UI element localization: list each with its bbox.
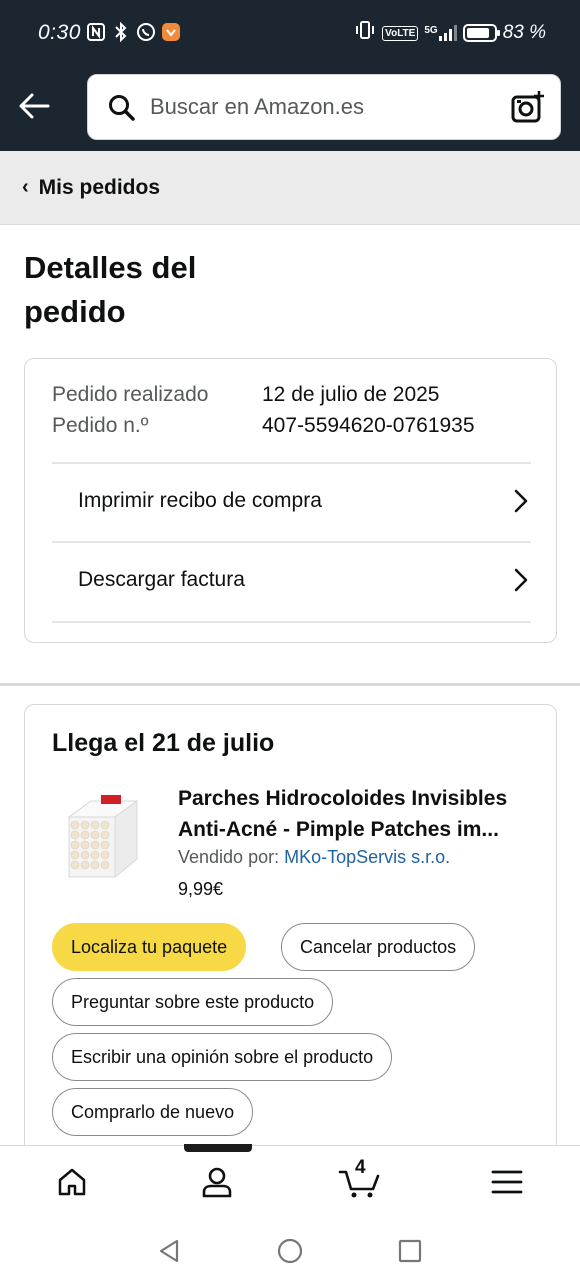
download-invoice-row[interactable]: Descargar factura xyxy=(52,541,531,619)
signal-icon: 5G xyxy=(424,25,457,41)
order-number-label: Pedido n.º xyxy=(52,414,149,437)
chevron-left-icon: ‹ xyxy=(22,176,29,198)
shipment-card: Llega el 21 de julio Parches Hidrocoloid… xyxy=(24,704,557,1164)
bottom-nav: 4 xyxy=(0,1145,580,1220)
delivery-date-heading: Llega el 21 de julio xyxy=(52,729,275,757)
nav-menu[interactable] xyxy=(477,1160,537,1204)
bluetooth-icon xyxy=(111,22,131,42)
divider xyxy=(52,621,531,623)
status-time: 0:30 xyxy=(38,21,81,44)
product-title-link[interactable]: Parches Hidrocoloides Invisibles Anti-Ac… xyxy=(178,783,538,845)
seller-link[interactable]: MKo-TopServis s.r.o. xyxy=(284,847,450,867)
square-recents-icon xyxy=(398,1239,422,1263)
product-thumbnail[interactable] xyxy=(61,787,143,879)
search-input[interactable] xyxy=(150,89,490,125)
breadcrumb-label: Mis pedidos xyxy=(38,175,161,199)
section-separator xyxy=(0,683,580,686)
battery-percent: 83 % xyxy=(502,22,546,43)
status-bar: 0:30 VoLTE 5G 83 % xyxy=(0,0,580,66)
home-icon xyxy=(58,1168,86,1196)
app-header xyxy=(0,66,580,151)
product-title-line-2: Anti-Acné - Pimple Patches im... xyxy=(178,818,499,841)
circle-home-icon xyxy=(277,1238,303,1264)
download-invoice-label: Descargar factura xyxy=(78,568,245,591)
search-icon xyxy=(109,95,135,121)
search-bar[interactable] xyxy=(87,74,561,140)
page-title: Detalles del pedido xyxy=(24,250,197,329)
write-review-button[interactable]: Escribir una opinión sobre el producto xyxy=(52,1033,393,1081)
print-receipt-row[interactable]: Imprimir recibo de compra xyxy=(52,462,531,540)
system-back-button[interactable] xyxy=(154,1236,184,1266)
system-indicators: VoLTE 5G 83 % xyxy=(354,20,546,46)
scroll-handle xyxy=(184,1144,252,1152)
notification-icons xyxy=(86,22,181,42)
ask-product-question-button[interactable]: Preguntar sobre este producto xyxy=(52,978,334,1026)
order-date-value: 12 de julio de 2025 xyxy=(262,383,440,406)
seller-info: Vendido por: MKo-TopServis s.r.o. xyxy=(178,847,450,868)
track-package-button[interactable]: Localiza tu paquete xyxy=(52,923,247,971)
breadcrumb[interactable]: ‹ Mis pedidos xyxy=(0,151,580,225)
battery-icon xyxy=(462,24,500,42)
system-navigation-bar xyxy=(0,1220,580,1280)
product-title-line-1: Parches Hidrocoloides Invisibles xyxy=(178,787,508,810)
seller-prefix: Vendido por: xyxy=(178,847,280,867)
order-number-value: 407-5594620-0761935 xyxy=(262,414,475,437)
back-arrow-icon xyxy=(19,93,50,119)
chevron-right-icon xyxy=(514,489,528,513)
nav-home[interactable] xyxy=(42,1160,102,1204)
account-icon xyxy=(202,1167,232,1198)
vibrate-icon xyxy=(354,20,376,46)
cancel-items-button[interactable]: Cancelar productos xyxy=(281,923,476,971)
print-receipt-label: Imprimir recibo de compra xyxy=(78,489,322,512)
system-home-button[interactable] xyxy=(275,1236,305,1266)
cart-count-badge: 4 xyxy=(355,1157,366,1178)
menu-icon xyxy=(491,1170,523,1194)
whatsapp-icon xyxy=(136,22,156,42)
product-price: 9,99€ xyxy=(178,879,224,899)
buy-again-button[interactable]: Comprarlo de nuevo xyxy=(52,1088,254,1136)
back-button[interactable] xyxy=(16,88,52,124)
order-date-label: Pedido realizado xyxy=(52,383,209,406)
nav-account[interactable] xyxy=(187,1160,247,1204)
camera-search-icon[interactable] xyxy=(511,90,545,124)
nav-cart[interactable]: 4 xyxy=(330,1157,390,1204)
order-summary-card: Pedido realizado 12 de julio de 2025 Ped… xyxy=(24,358,557,643)
system-recents-button[interactable] xyxy=(395,1236,425,1266)
volte-badge: VoLTE xyxy=(382,25,419,41)
triangle-back-icon xyxy=(159,1239,179,1263)
app-shield-icon xyxy=(161,22,181,42)
chevron-right-icon xyxy=(514,568,528,592)
nfc-icon xyxy=(86,22,106,42)
